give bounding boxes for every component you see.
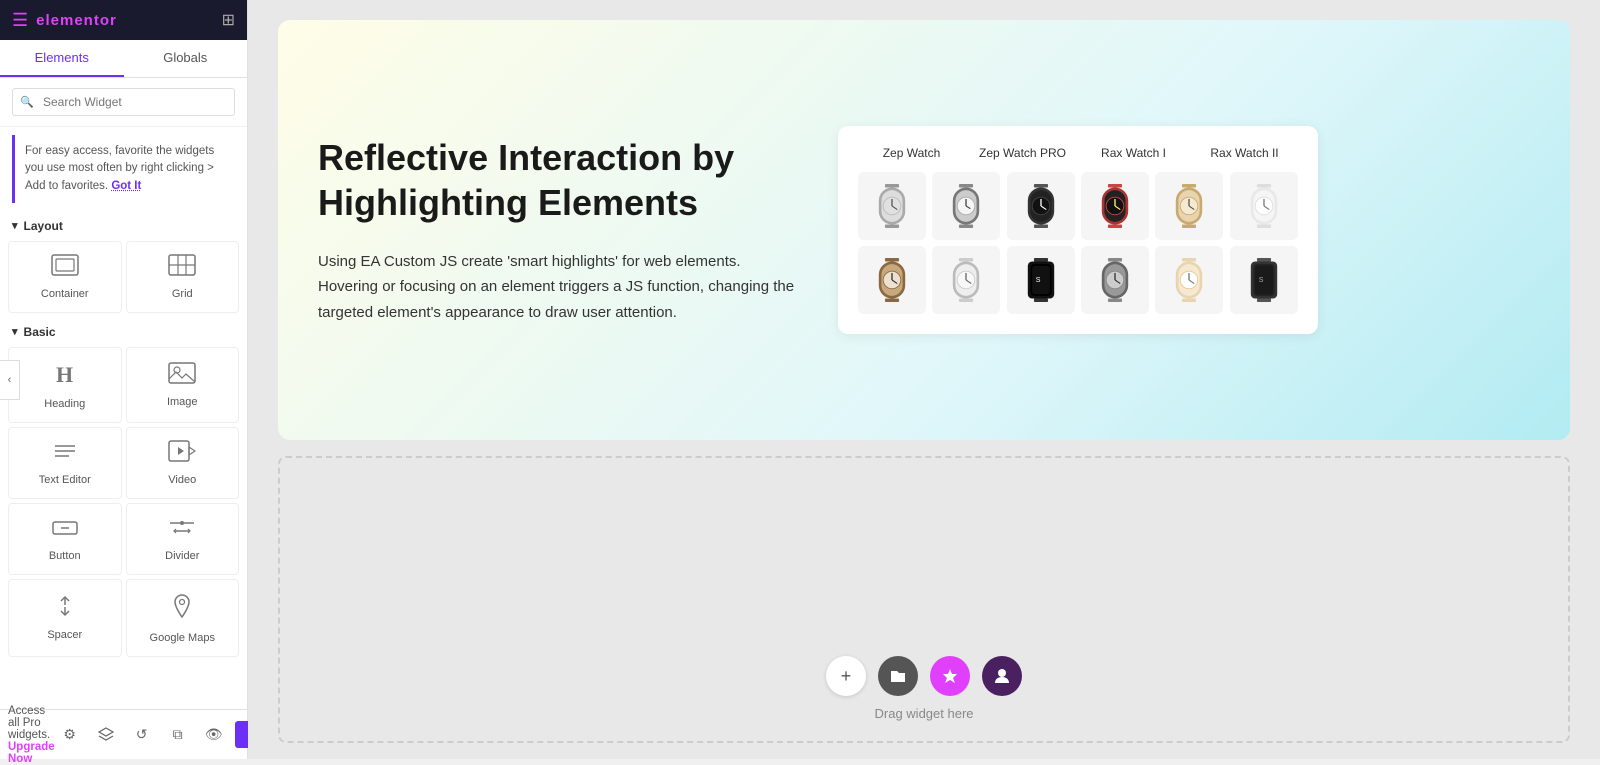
search-input[interactable] — [12, 88, 235, 116]
spacer-label: Spacer — [47, 629, 82, 641]
image-icon — [168, 362, 196, 390]
user-avatar-button[interactable] — [982, 656, 1022, 696]
text-editor-label: Text Editor — [39, 474, 91, 486]
widget-divider[interactable]: Divider — [126, 503, 240, 575]
watch-cell-1-5 — [1155, 172, 1223, 240]
watch-header-1: Zep Watch — [858, 146, 965, 160]
hero-title: Reflective Interaction by Highlighting E… — [318, 135, 798, 225]
settings-icon[interactable]: ⚙ — [55, 720, 85, 750]
upgrade-link[interactable]: Upgrade Now — [8, 741, 55, 765]
layout-widgets-grid: Container Grid — [0, 237, 247, 317]
watch-cell-2-3: S — [1007, 246, 1075, 314]
heading-icon: H — [52, 360, 78, 392]
hamburger-icon[interactable]: ☰ — [12, 10, 28, 31]
widget-button[interactable]: Button — [8, 503, 122, 575]
image-label: Image — [167, 396, 198, 408]
watch-header-3: Rax Watch I — [1080, 146, 1187, 160]
got-it-link[interactable]: Got It — [111, 180, 141, 192]
layers-icon[interactable] — [91, 720, 121, 750]
watch-card: Zep Watch Zep Watch PRO Rax Watch I Rax … — [838, 126, 1318, 334]
section-layout[interactable]: Layout — [0, 211, 247, 237]
top-bar: ☰ elementor ⊞ — [0, 0, 247, 40]
watch-column-headers: Zep Watch Zep Watch PRO Rax Watch I Rax … — [858, 146, 1298, 160]
preview-icon[interactable]: 👁 — [199, 720, 229, 750]
watch-cell-2-4 — [1081, 246, 1149, 314]
watch-cell-2-5 — [1155, 246, 1223, 314]
folder-button[interactable] — [878, 656, 918, 696]
drop-zone-label: Drag widget here — [875, 706, 974, 721]
button-label: Button — [49, 550, 81, 562]
text-editor-icon — [51, 440, 79, 468]
divider-label: Divider — [165, 550, 199, 562]
drop-zone-actions: + — [826, 656, 1022, 696]
widget-spacer[interactable]: Spacer — [8, 579, 122, 657]
button-icon — [51, 516, 79, 544]
widget-video[interactable]: Video — [126, 427, 240, 499]
drop-zone: + Drag widget here — [278, 456, 1570, 743]
basic-widgets-grid: H Heading Image Text Editor — [0, 343, 247, 661]
history-icon[interactable]: ↺ — [127, 720, 157, 750]
watch-cell-1-1 — [858, 172, 926, 240]
widget-heading[interactable]: H Heading — [8, 347, 122, 423]
magic-button[interactable] — [930, 656, 970, 696]
svg-text:H: H — [56, 362, 73, 386]
watch-cell-2-6: S — [1230, 246, 1298, 314]
watch-cell-2-2 — [932, 246, 1000, 314]
grid-widget-icon — [168, 254, 196, 282]
duplicate-icon[interactable]: ⧉ — [163, 720, 193, 750]
watch-header-4: Rax Watch II — [1191, 146, 1298, 160]
search-container — [0, 78, 247, 127]
divider-icon — [168, 516, 196, 544]
watch-header-2: Zep Watch PRO — [969, 146, 1076, 160]
tabs: Elements Globals — [0, 40, 247, 78]
elementor-logo: elementor — [36, 12, 117, 29]
video-label: Video — [168, 474, 196, 486]
section-basic[interactable]: Basic — [0, 317, 247, 343]
widgets-container: Layout Container Grid Basic H — [0, 211, 247, 759]
watch-cell-2-1 — [858, 246, 926, 314]
hero-section: Reflective Interaction by Highlighting E… — [278, 20, 1570, 440]
tab-globals[interactable]: Globals — [124, 40, 248, 77]
svg-text:S: S — [1258, 277, 1263, 284]
video-icon — [168, 440, 196, 468]
pro-upgrade-text: Access all Pro widgets. Upgrade Now — [8, 705, 55, 765]
container-label: Container — [41, 288, 89, 300]
svg-text:S: S — [1035, 277, 1040, 284]
watch-cell-1-3 — [1007, 172, 1075, 240]
spacer-icon — [51, 595, 79, 623]
hero-text-block: Reflective Interaction by Highlighting E… — [318, 135, 798, 326]
watch-grid: S S — [858, 172, 1298, 314]
watch-cell-1-4 — [1081, 172, 1149, 240]
maps-icon — [168, 592, 196, 626]
container-icon — [51, 254, 79, 282]
grid-icon[interactable]: ⊞ — [222, 10, 235, 30]
widget-text-editor[interactable]: Text Editor — [8, 427, 122, 499]
watch-cell-1-2 — [932, 172, 1000, 240]
tab-elements[interactable]: Elements — [0, 40, 124, 77]
left-panel: ☰ elementor ⊞ Elements Globals For easy … — [0, 0, 248, 759]
bottom-bar: Access all Pro widgets. Upgrade Now ⚙ ↺ … — [0, 709, 247, 759]
collapse-panel-button[interactable]: ‹ — [0, 360, 20, 400]
add-element-button[interactable]: + — [826, 656, 866, 696]
canvas: Reflective Interaction by Highlighting E… — [248, 0, 1600, 759]
widget-container[interactable]: Container — [8, 241, 122, 313]
tip-box: For easy access, favorite the widgets yo… — [12, 135, 235, 203]
widget-image[interactable]: Image — [126, 347, 240, 423]
grid-label: Grid — [172, 288, 193, 300]
google-maps-label: Google Maps — [150, 632, 215, 644]
hero-description: Using EA Custom JS create 'smart highlig… — [318, 249, 798, 326]
widget-grid[interactable]: Grid — [126, 241, 240, 313]
heading-label: Heading — [44, 398, 85, 410]
widget-google-maps[interactable]: Google Maps — [126, 579, 240, 657]
watch-cell-1-6 — [1230, 172, 1298, 240]
